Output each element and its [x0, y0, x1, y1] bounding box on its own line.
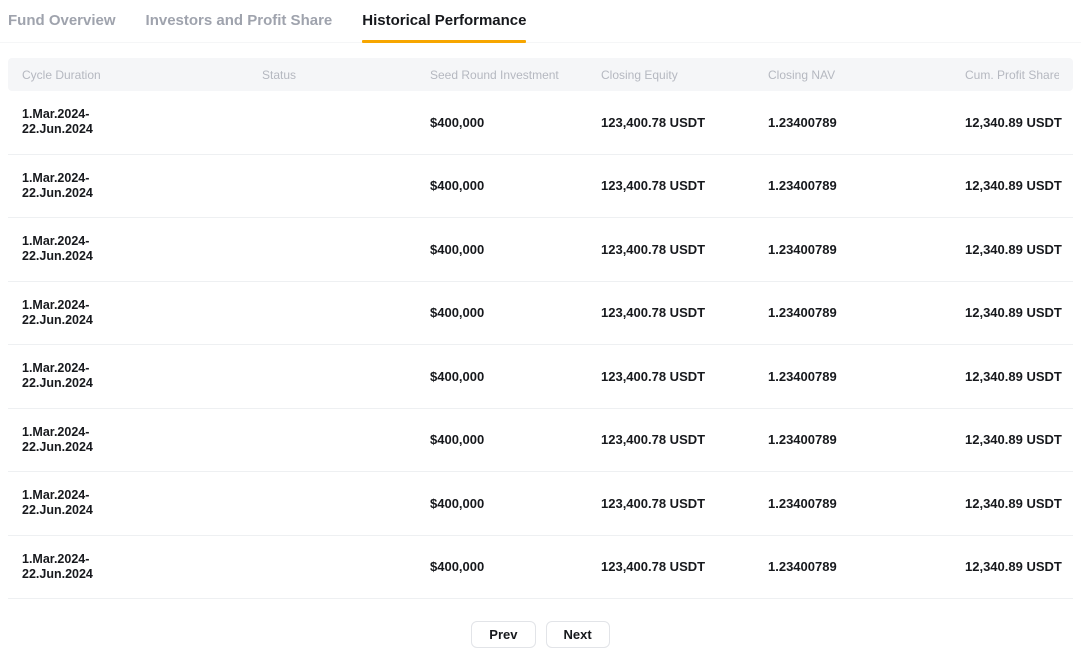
tab-fund-overview[interactable]: Fund Overview — [8, 12, 116, 42]
closing-equity-cell: 123,400.78 USDT — [601, 432, 768, 447]
table-header-row: Cycle Duration Status Seed Round Investm… — [8, 58, 1073, 91]
cycle-duration-line1: 1.Mar.2024- — [22, 234, 262, 249]
column-header-status: Status — [262, 68, 430, 82]
cycle-duration-cell: 1.Mar.2024- 22.Jun.2024 — [22, 298, 262, 328]
cum-profit-share-cell: 12,340.89 USDT — [965, 178, 1062, 193]
closing-nav-cell: 1.23400789 — [768, 559, 965, 574]
cycle-duration-line1: 1.Mar.2024- — [22, 171, 262, 186]
cycle-duration-line2: 22.Jun.2024 — [22, 249, 262, 264]
cycle-duration-line1: 1.Mar.2024- — [22, 488, 262, 503]
seed-round-investment-cell: $400,000 — [430, 432, 601, 447]
table-row: 1.Mar.2024- 22.Jun.2024 $400,000 123,400… — [8, 472, 1073, 536]
cum-profit-share-cell: 12,340.89 USDT — [965, 369, 1062, 384]
closing-nav-cell: 1.23400789 — [768, 432, 965, 447]
seed-round-investment-cell: $400,000 — [430, 369, 601, 384]
seed-round-investment-cell: $400,000 — [430, 559, 601, 574]
cum-profit-share-cell: 12,340.89 USDT — [965, 242, 1062, 257]
table-row: 1.Mar.2024- 22.Jun.2024 $400,000 123,400… — [8, 282, 1073, 346]
tab-bar: Fund Overview Investors and Profit Share… — [0, 0, 1081, 43]
cycle-duration-cell: 1.Mar.2024- 22.Jun.2024 — [22, 552, 262, 582]
tab-historical-performance[interactable]: Historical Performance — [362, 12, 526, 42]
closing-equity-cell: 123,400.78 USDT — [601, 559, 768, 574]
table-row: 1.Mar.2024- 22.Jun.2024 $400,000 123,400… — [8, 536, 1073, 600]
seed-round-investment-cell: $400,000 — [430, 178, 601, 193]
cycle-duration-line2: 22.Jun.2024 — [22, 440, 262, 455]
cycle-duration-line2: 22.Jun.2024 — [22, 376, 262, 391]
closing-nav-cell: 1.23400789 — [768, 178, 965, 193]
cycle-duration-cell: 1.Mar.2024- 22.Jun.2024 — [22, 171, 262, 201]
cycle-duration-cell: 1.Mar.2024- 22.Jun.2024 — [22, 107, 262, 137]
table-row: 1.Mar.2024- 22.Jun.2024 $400,000 123,400… — [8, 155, 1073, 219]
table-row: 1.Mar.2024- 22.Jun.2024 $400,000 123,400… — [8, 218, 1073, 282]
cycle-duration-line2: 22.Jun.2024 — [22, 567, 262, 582]
closing-nav-cell: 1.23400789 — [768, 496, 965, 511]
closing-equity-cell: 123,400.78 USDT — [601, 115, 768, 130]
column-header-cum-profit-share: Cum. Profit Share — [965, 68, 1059, 82]
cycle-duration-line1: 1.Mar.2024- — [22, 552, 262, 567]
cycle-duration-line2: 22.Jun.2024 — [22, 186, 262, 201]
column-header-cycle-duration: Cycle Duration — [22, 68, 262, 82]
cycle-duration-cell: 1.Mar.2024- 22.Jun.2024 — [22, 361, 262, 391]
cycle-duration-cell: 1.Mar.2024- 22.Jun.2024 — [22, 425, 262, 455]
seed-round-investment-cell: $400,000 — [430, 496, 601, 511]
prev-button[interactable]: Prev — [471, 621, 535, 648]
closing-equity-cell: 123,400.78 USDT — [601, 369, 768, 384]
cum-profit-share-cell: 12,340.89 USDT — [965, 115, 1062, 130]
column-header-closing-equity: Closing Equity — [601, 68, 768, 82]
cum-profit-share-cell: 12,340.89 USDT — [965, 305, 1062, 320]
seed-round-investment-cell: $400,000 — [430, 242, 601, 257]
table-body: 1.Mar.2024- 22.Jun.2024 $400,000 123,400… — [8, 91, 1073, 599]
closing-equity-cell: 123,400.78 USDT — [601, 178, 768, 193]
tab-investors-and-profit-share[interactable]: Investors and Profit Share — [146, 12, 333, 42]
table-row: 1.Mar.2024- 22.Jun.2024 $400,000 123,400… — [8, 345, 1073, 409]
cum-profit-share-cell: 12,340.89 USDT — [965, 432, 1062, 447]
cycle-duration-line1: 1.Mar.2024- — [22, 107, 262, 122]
cycle-duration-line2: 22.Jun.2024 — [22, 122, 262, 137]
cum-profit-share-cell: 12,340.89 USDT — [965, 559, 1062, 574]
cum-profit-share-cell: 12,340.89 USDT — [965, 496, 1062, 511]
table-row: 1.Mar.2024- 22.Jun.2024 $400,000 123,400… — [8, 91, 1073, 155]
closing-nav-cell: 1.23400789 — [768, 242, 965, 257]
closing-nav-cell: 1.23400789 — [768, 115, 965, 130]
historical-performance-table: Cycle Duration Status Seed Round Investm… — [8, 58, 1073, 599]
cycle-duration-cell: 1.Mar.2024- 22.Jun.2024 — [22, 234, 262, 264]
cycle-duration-cell: 1.Mar.2024- 22.Jun.2024 — [22, 488, 262, 518]
column-header-seed-round-investment: Seed Round Investment — [430, 68, 601, 82]
cycle-duration-line1: 1.Mar.2024- — [22, 298, 262, 313]
closing-equity-cell: 123,400.78 USDT — [601, 305, 768, 320]
cycle-duration-line1: 1.Mar.2024- — [22, 361, 262, 376]
cycle-duration-line1: 1.Mar.2024- — [22, 425, 262, 440]
cycle-duration-line2: 22.Jun.2024 — [22, 503, 262, 518]
closing-nav-cell: 1.23400789 — [768, 305, 965, 320]
column-header-closing-nav: Closing NAV — [768, 68, 965, 82]
seed-round-investment-cell: $400,000 — [430, 305, 601, 320]
closing-equity-cell: 123,400.78 USDT — [601, 496, 768, 511]
closing-nav-cell: 1.23400789 — [768, 369, 965, 384]
table-row: 1.Mar.2024- 22.Jun.2024 $400,000 123,400… — [8, 409, 1073, 473]
pagination: Prev Next — [0, 621, 1081, 648]
next-button[interactable]: Next — [546, 621, 610, 648]
seed-round-investment-cell: $400,000 — [430, 115, 601, 130]
closing-equity-cell: 123,400.78 USDT — [601, 242, 768, 257]
cycle-duration-line2: 22.Jun.2024 — [22, 313, 262, 328]
